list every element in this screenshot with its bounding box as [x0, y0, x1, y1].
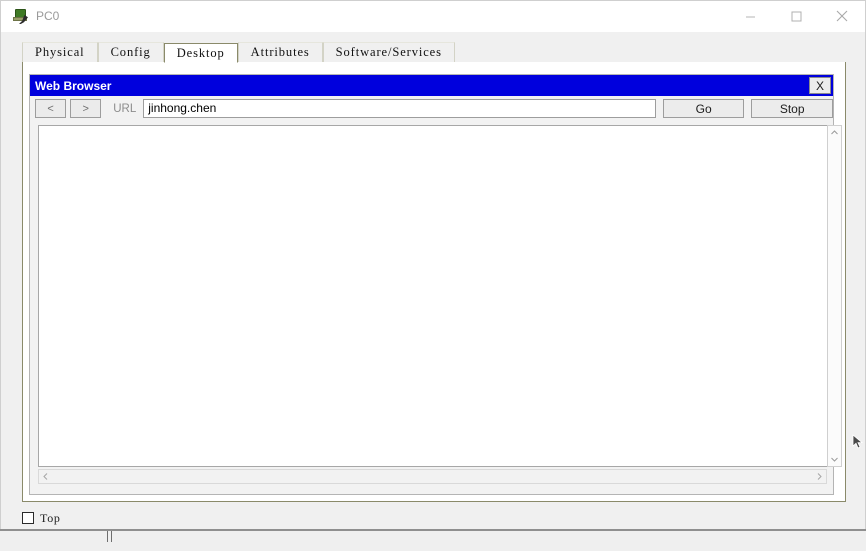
minimize-icon[interactable] [727, 1, 773, 31]
tab-attributes[interactable]: Attributes [237, 42, 323, 62]
window-titlebar[interactable]: PC0 [1, 1, 865, 32]
maximize-icon[interactable] [773, 1, 819, 31]
url-label: URL [113, 102, 137, 115]
top-checkbox-label: Top [40, 510, 61, 525]
close-icon[interactable] [819, 1, 865, 31]
mouse-cursor [852, 434, 864, 450]
device-pc-icon [13, 8, 29, 24]
url-input[interactable]: jinhong.chen [143, 99, 656, 118]
scroll-down-icon[interactable] [828, 453, 841, 466]
window-controls [727, 1, 865, 31]
horizontal-scrollbar[interactable] [38, 469, 827, 484]
device-tabs: Physical Config Desktop Attributes Softw… [22, 42, 846, 63]
device-window: PC0 Physical Config Desktop Attributes S… [0, 0, 866, 532]
scroll-right-icon[interactable] [813, 470, 826, 483]
tab-desktop[interactable]: Desktop [163, 43, 238, 63]
screen-root: 9 PC0 [0, 0, 866, 551]
web-browser-window: Web Browser X < > URL jinhong.chen Go St… [29, 74, 842, 495]
window-resize-grip[interactable] [102, 531, 116, 545]
vertical-scrollbar[interactable] [827, 125, 842, 467]
window-title: PC0 [36, 9, 60, 23]
tab-physical[interactable]: Physical [22, 42, 98, 62]
stop-button[interactable]: Stop [751, 99, 833, 118]
tab-config[interactable]: Config [97, 42, 164, 62]
scroll-up-icon[interactable] [828, 126, 841, 139]
tab-software-services[interactable]: Software/Services [322, 42, 455, 62]
go-button[interactable]: Go [662, 99, 745, 118]
web-browser-title: Web Browser [35, 78, 112, 93]
top-checkbox[interactable] [22, 512, 34, 524]
scroll-left-icon[interactable] [39, 470, 52, 483]
forward-button[interactable]: > [70, 99, 102, 118]
area-below-window [0, 531, 866, 551]
web-browser-titlebar[interactable]: Web Browser X [30, 75, 833, 96]
web-browser-close-button[interactable]: X [809, 77, 831, 94]
window-bottom-bar: Top [22, 506, 846, 530]
web-page-viewport[interactable] [38, 125, 827, 467]
back-button[interactable]: < [35, 99, 67, 118]
window-bottom-edge [0, 529, 866, 531]
web-browser-toolbar: < > URL jinhong.chen Go Stop [30, 96, 833, 121]
